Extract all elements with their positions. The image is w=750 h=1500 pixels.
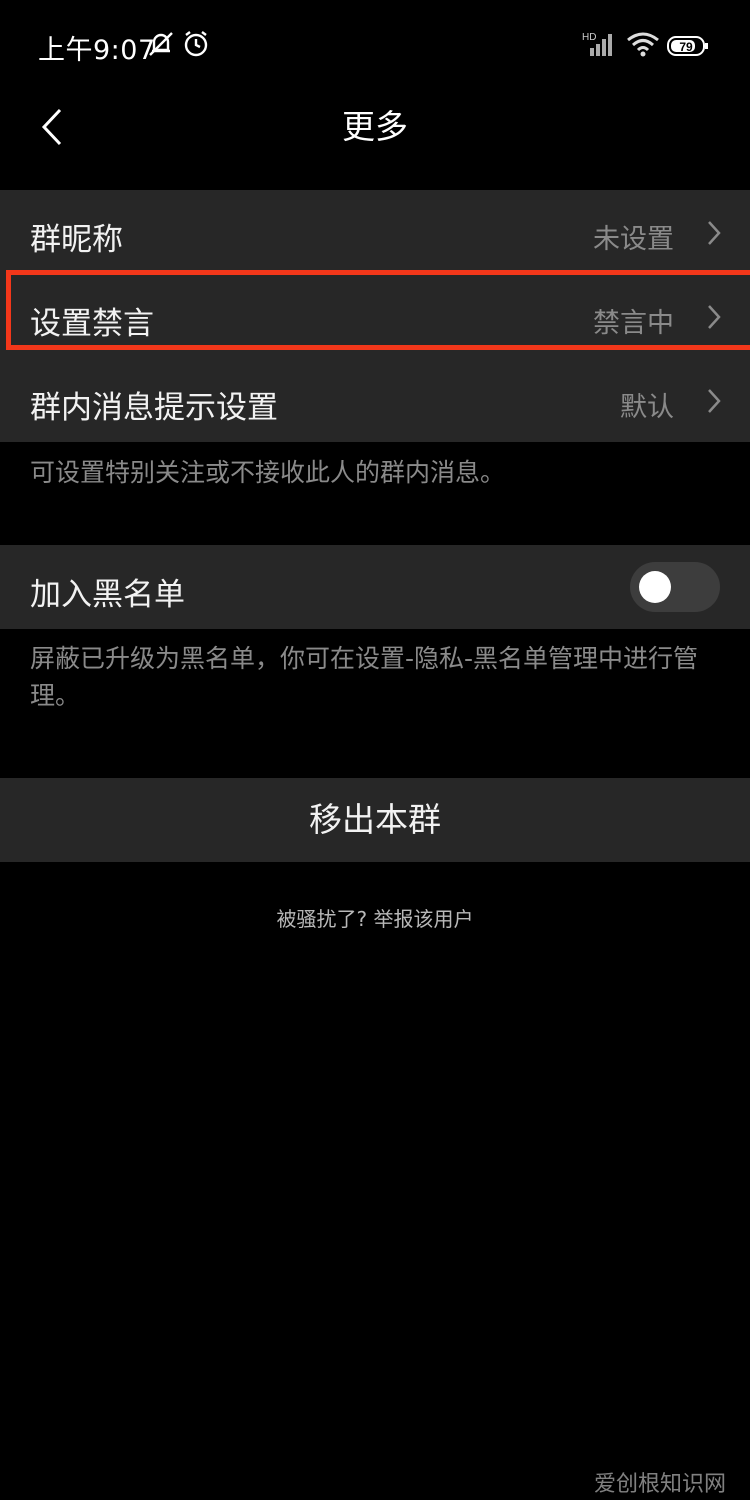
message-setting-hint: 可设置特别关注或不接收此人的群内消息。 (30, 458, 506, 487)
row-value: 默认 (620, 392, 674, 423)
row-label: 加入黑名单 (30, 577, 185, 613)
blacklist-group: 加入黑名单 (0, 545, 750, 629)
row-set-mute[interactable]: 设置禁言 禁言中 (0, 274, 750, 358)
row-label: 群内消息提示设置 (30, 390, 278, 426)
blacklist-toggle[interactable] (630, 562, 720, 612)
battery-level: 79 (679, 40, 693, 54)
watermark: 爱创根知识网 (593, 1472, 726, 1497)
wifi-icon (626, 30, 660, 62)
nav-bar: 更多 (0, 90, 750, 190)
status-time: 上午9:07 (38, 35, 156, 66)
row-message-notification[interactable]: 群内消息提示设置 默认 (0, 358, 750, 442)
battery-icon: 79 (667, 36, 709, 60)
blacklist-hint: 屏蔽已升级为黑名单，你可在设置-隐私-黑名单管理中进行管理。 (30, 644, 699, 710)
row-value: 禁言中 (593, 308, 674, 339)
signal-icon: HD (582, 30, 616, 62)
row-value: 未设置 (593, 224, 674, 255)
exit-group-button[interactable]: 移出本群 (0, 778, 750, 862)
chevron-right-icon (708, 389, 721, 413)
page-title: 更多 (342, 107, 408, 146)
row-label: 群昵称 (30, 222, 123, 258)
network-label: HD (582, 32, 596, 43)
row-label: 设置禁言 (30, 306, 154, 342)
chevron-right-icon (708, 221, 721, 245)
row-blacklist: 加入黑名单 (0, 545, 750, 629)
report-user-link[interactable]: 被骚扰了? 举报该用户 (0, 903, 750, 932)
alarm-icon (182, 30, 210, 62)
status-bar: 上午9:07 HD 79 (0, 0, 750, 90)
row-group-nickname[interactable]: 群昵称 未设置 (0, 190, 750, 274)
settings-group: 群昵称 未设置 设置禁言 禁言中 群内消息提示设置 默认 (0, 190, 750, 442)
chevron-right-icon (708, 305, 721, 329)
bell-off-icon (148, 30, 174, 62)
toggle-knob (639, 571, 671, 603)
